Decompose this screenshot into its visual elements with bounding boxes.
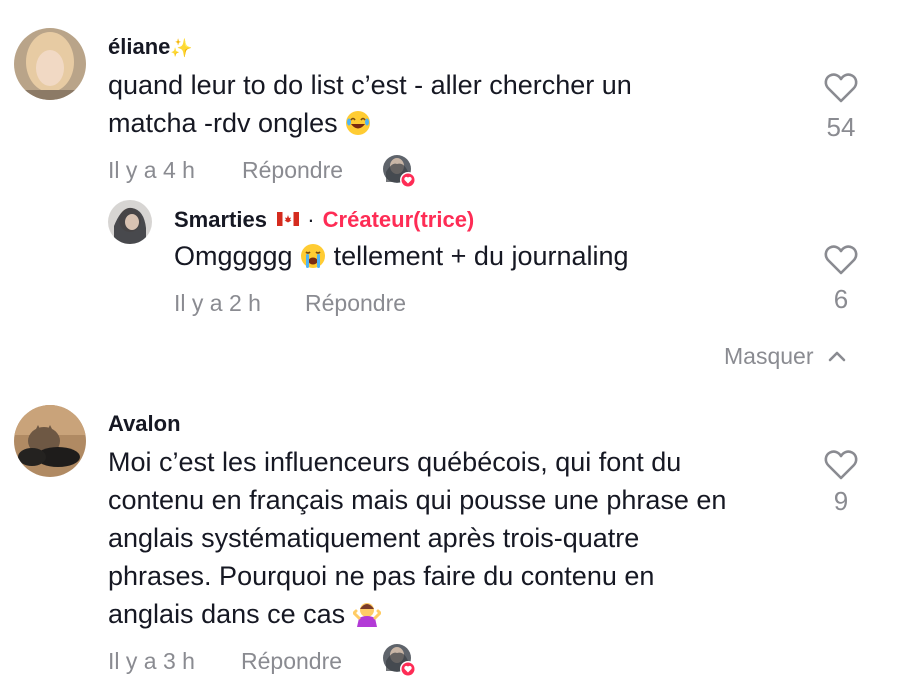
heart-outline-icon[interactable] — [823, 72, 859, 104]
reply-timestamp: Il y a 2 h — [174, 290, 261, 316]
username-text[interactable]: Smarties — [174, 207, 267, 232]
avatar-avalon[interactable] — [14, 405, 86, 477]
like-count: 9 — [833, 486, 849, 516]
chevron-up-icon[interactable] — [828, 340, 846, 368]
comment-text-line: contenu en français mais qui pousse une … — [108, 485, 727, 515]
reply-button[interactable]: Répondre — [242, 156, 343, 184]
avatar-eliane[interactable] — [14, 28, 86, 100]
shrugging-emoji-icon — [351, 599, 382, 637]
crying-emoji-icon — [300, 241, 326, 279]
reply-text-fragment: Omggggg — [174, 241, 293, 271]
comment-text-fragment: anglais dans ce cas — [108, 599, 346, 629]
avatar-avalon-image — [14, 405, 86, 477]
creator-liked-badge — [382, 643, 416, 677]
comment-text-line: anglais dans ce cas — [108, 595, 798, 637]
comment-text: Moi c’est les influenceurs québécois, qu… — [108, 443, 798, 637]
heart-outline-icon[interactable] — [823, 449, 859, 481]
avatar-smarties[interactable] — [108, 200, 152, 244]
reply-button[interactable]: Répondre — [305, 289, 406, 317]
like-button[interactable]: 6 — [811, 244, 871, 315]
comment-username[interactable]: Avalon — [108, 410, 181, 438]
like-count: 6 — [833, 284, 849, 314]
creator-liked-badge — [382, 154, 416, 188]
comment-timestamp: Il y a 3 h — [108, 648, 195, 674]
comment-text-line: phrases. Pourquoi ne pas faire du conten… — [108, 561, 655, 591]
avatar-eliane-image — [14, 28, 86, 100]
reply-button[interactable]: Répondre — [241, 647, 342, 675]
comment-timestamp: Il y a 4 h — [108, 157, 195, 183]
comment-text-line: quand leur to do list c’est - aller cher… — [108, 70, 632, 100]
reply-username[interactable]: Smarties · Créateur(trice) — [174, 205, 474, 234]
comment-text-line: Moi c’est les influenceurs québécois, qu… — [108, 447, 682, 477]
creator-label: Créateur(trice) — [322, 207, 475, 232]
reply-text-fragment: tellement + du journaling — [333, 241, 629, 271]
reply-text: Omggggg tellement + du journaling — [174, 237, 804, 279]
comment-text-line: matcha -rdv ongles — [108, 104, 798, 146]
like-button[interactable]: 9 — [811, 449, 871, 517]
separator-dot: · — [307, 207, 315, 232]
like-count: 54 — [826, 112, 856, 142]
comment-text-line: anglais systématiquement après trois-qua… — [108, 523, 640, 553]
avatar-smarties-image — [108, 200, 152, 244]
like-button[interactable]: 54 — [811, 72, 871, 143]
sparkles-emoji-icon: ✨ — [170, 38, 193, 58]
hide-replies-button[interactable]: Masquer — [724, 340, 846, 370]
comment-text-fragment: matcha -rdv ongles — [108, 108, 338, 138]
comment-text: quand leur to do list c’est - aller cher… — [108, 66, 798, 146]
canada-flag-icon — [277, 205, 300, 233]
heart-outline-icon[interactable] — [823, 244, 859, 276]
username-text[interactable]: éliane — [108, 34, 170, 59]
comment-username[interactable]: éliane✨ — [108, 33, 193, 62]
laughing-emoji-icon — [345, 108, 371, 146]
username-text[interactable]: Avalon — [108, 411, 181, 436]
hide-replies-label[interactable]: Masquer — [724, 343, 813, 369]
